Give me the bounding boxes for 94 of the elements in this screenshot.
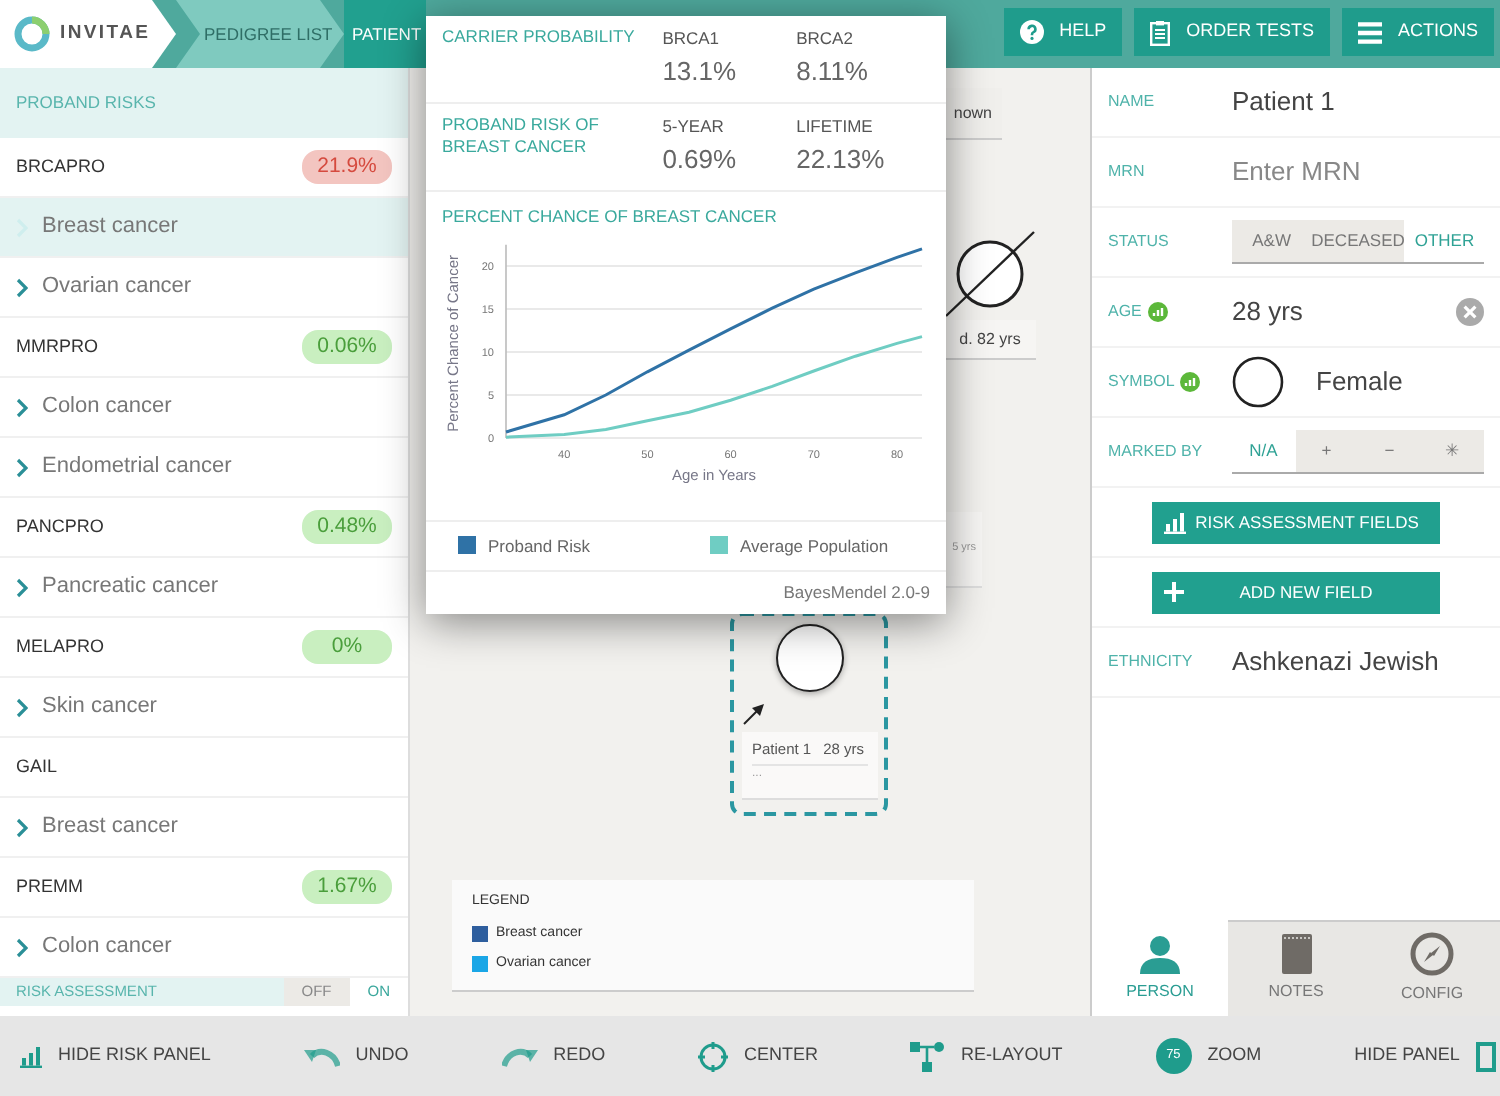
stat-value: 22.13% [796, 141, 887, 178]
mrn-input[interactable]: Enter MRN [1232, 152, 1472, 192]
field-value: Ashkenazi Jewish [1232, 644, 1439, 681]
cancer-item[interactable]: Ovarian cancer [0, 258, 408, 318]
panel-heading: PROBAND RISKS [0, 68, 408, 138]
legend-label: Average Population [740, 535, 889, 555]
chevron-right-icon [16, 397, 28, 417]
chevron-right-icon [16, 697, 28, 717]
female-symbol[interactable] [776, 624, 844, 692]
chevron-right-icon [16, 277, 28, 297]
section-label: CARRIER PROBABILITY [442, 26, 637, 50]
logo-text: INVITAE [60, 19, 151, 48]
node-label: d. 82 yrs [944, 320, 1036, 360]
panel-tab[interactable]: CONFIG [1364, 920, 1500, 1016]
chart-title: PERCENT CHANCE OF BREAST CANCER [440, 204, 779, 230]
risk-percentage: 21.9% [302, 149, 392, 185]
toolbar-button[interactable]: HIDE RISK PANEL [20, 1042, 211, 1070]
field-value: Female [1316, 364, 1403, 401]
cancer-item[interactable]: Skin cancer [0, 678, 408, 738]
help-button[interactable]: HELP [1003, 8, 1123, 56]
redo-arrow-icon [501, 1045, 538, 1067]
risk-fields-button[interactable]: RISK ASSESSMENT FIELDS [1152, 501, 1440, 543]
cancer-item[interactable]: Breast cancer [0, 198, 408, 258]
field-label: STATUS [1108, 230, 1169, 254]
field-label: ETHNICITY [1108, 650, 1193, 674]
add-field-button[interactable]: ADD NEW FIELD [1152, 571, 1440, 613]
field-label: MRN [1108, 160, 1145, 184]
cancer-item[interactable]: Breast cancer [0, 798, 408, 858]
stat-label: BRCA1 [662, 26, 722, 52]
chevron-right-icon [16, 937, 28, 957]
model-name: MELAPRO [16, 633, 105, 660]
risk-percentage: 0.06% [302, 329, 392, 365]
legend-swatch [710, 535, 729, 553]
chevron-right-icon [16, 457, 28, 477]
field-label: AGE [1108, 300, 1142, 324]
risk-percentage: 1.67% [302, 869, 392, 905]
field-value: Patient 1 [1232, 84, 1335, 121]
stat-label: LIFETIME [796, 114, 875, 140]
field-value: 28 yrs [1232, 294, 1303, 331]
breadcrumb-link[interactable]: PATIENT [344, 0, 426, 68]
segment-option[interactable]: ✳ [1421, 430, 1484, 472]
actions-button[interactable]: ACTIONS [1341, 8, 1494, 56]
segment-option[interactable]: + [1295, 430, 1358, 472]
chevron-right-icon [16, 817, 28, 837]
stat-value: 13.1% [662, 53, 739, 90]
menu-icon [1357, 21, 1382, 43]
notepad-icon [1281, 934, 1311, 974]
undo-arrow-icon [303, 1045, 340, 1067]
side-panel-icon [1475, 1041, 1496, 1071]
stat-value: 0.69% [662, 141, 739, 178]
segment-option[interactable]: A&W [1232, 220, 1312, 262]
legend-swatch [458, 535, 476, 553]
compass-icon [1410, 932, 1454, 976]
chevron-right-icon [16, 577, 28, 597]
toolbar-button[interactable]: HIDE PANEL [1354, 1041, 1496, 1071]
bar-chart-icon [20, 1045, 42, 1067]
stat-label: BRCA2 [796, 26, 855, 52]
model-name: PREMM [16, 873, 83, 900]
logo-ring-icon [14, 16, 50, 52]
legend-label: Proband Risk [488, 535, 591, 555]
stat-value: 8.11% [796, 53, 870, 90]
toolbar-button[interactable]: UNDO [303, 1042, 409, 1070]
order-tests-button[interactable]: ORDER TESTS [1134, 8, 1330, 56]
toolbar-button[interactable]: REDO [501, 1042, 606, 1070]
stat-label: 5-YEAR [662, 114, 726, 140]
segment-option[interactable]: − [1358, 430, 1421, 472]
crosshair-icon [698, 1041, 729, 1071]
toolbar-button[interactable]: RE-LAYOUT [910, 1041, 1063, 1071]
female-symbol [1232, 356, 1284, 408]
cancer-item[interactable]: Pancreatic cancer [0, 558, 408, 618]
person-icon [1138, 933, 1182, 973]
deceased-female-symbol[interactable] [942, 228, 1038, 320]
field-label: MARKED BY [1108, 440, 1203, 464]
toolbar-button[interactable]: CENTER [698, 1041, 819, 1071]
help-icon [1019, 20, 1044, 44]
model-name: MMRPRO [16, 333, 98, 360]
clipboard-icon [1150, 19, 1171, 45]
hierarchy-icon [910, 1041, 945, 1071]
field-label: SYMBOL [1108, 370, 1175, 394]
cancer-item[interactable]: Endometrial cancer [0, 438, 408, 498]
model-name: GAIL [16, 753, 58, 780]
cancer-item[interactable]: Colon cancer [0, 378, 408, 438]
risk-percentage: 0.48% [302, 509, 392, 545]
field-label: NAME [1108, 90, 1155, 114]
segment-option[interactable]: DECEASED [1311, 220, 1405, 262]
panel-tab[interactable]: NOTES [1228, 920, 1364, 1016]
section-label: PROBAND RISK OF BREAST CANCER [442, 114, 601, 160]
proband-arrow-icon [742, 702, 766, 726]
plus-icon [1164, 582, 1184, 602]
breadcrumb-link[interactable]: PEDIGREE LIST [176, 0, 344, 68]
model-name: PANCPRO [16, 513, 104, 540]
risk-percentage: 0% [302, 629, 392, 665]
model-name: BRCAPRO [16, 153, 106, 180]
bar-chart-icon [1164, 511, 1186, 533]
